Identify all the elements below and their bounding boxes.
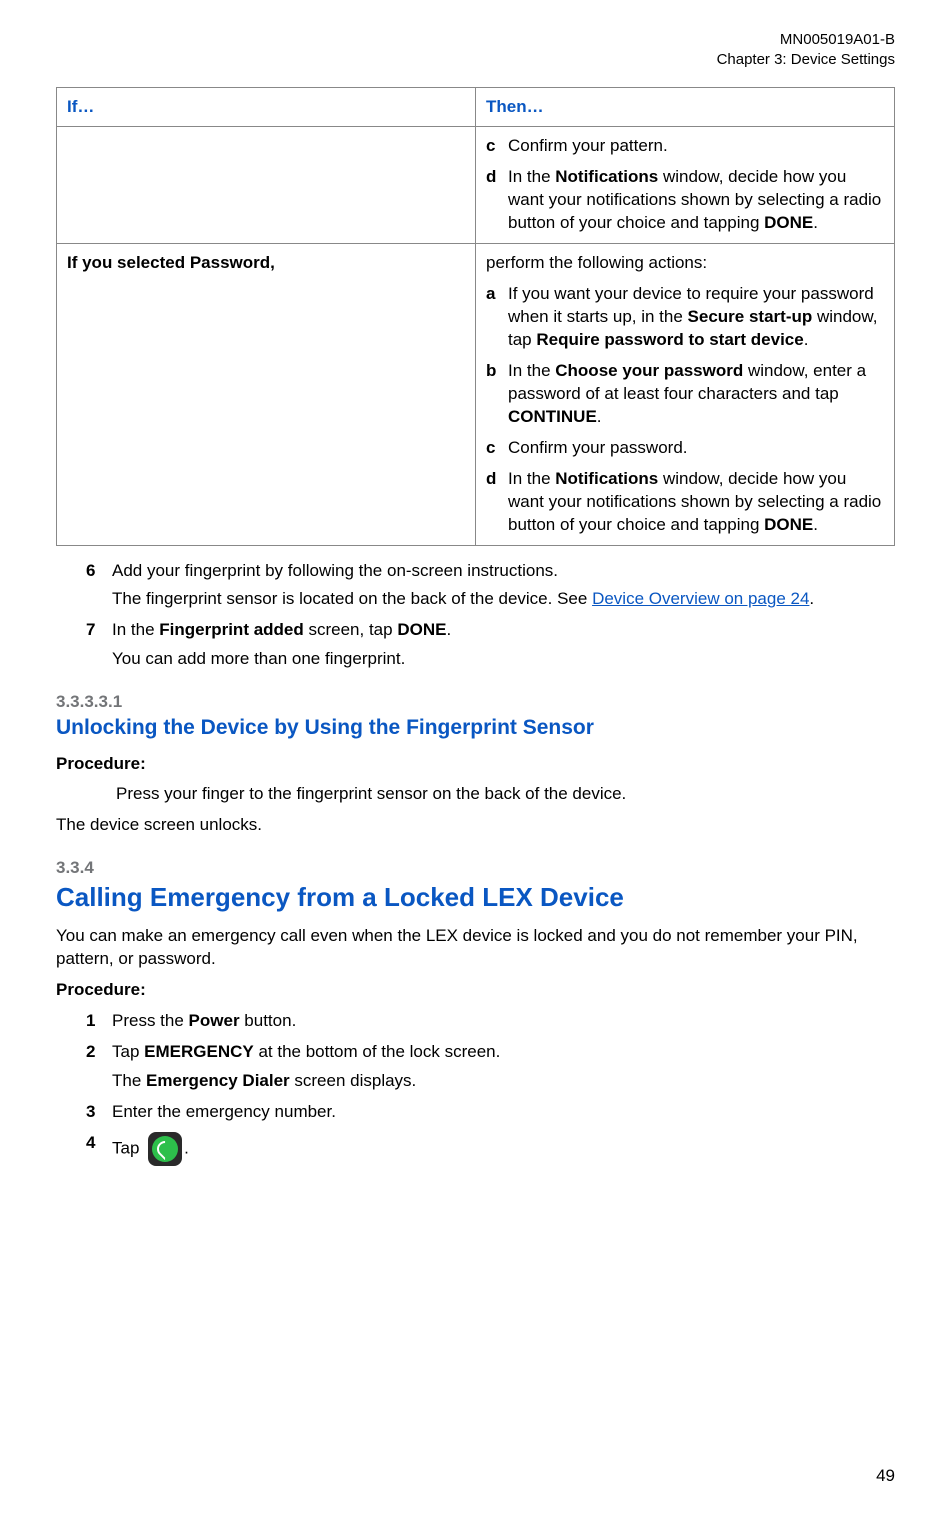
step-subtext: The fingerprint sensor is located on the… — [112, 588, 895, 611]
marker-d: d — [486, 468, 508, 537]
intro-text: You can make an emergency call even when… — [56, 925, 895, 971]
list-item: 1 Press the Power button. — [86, 1010, 895, 1033]
list-item: c Confirm your pattern. — [486, 135, 884, 158]
step-text: In the Notifications window, decide how … — [508, 166, 884, 235]
marker-c: c — [486, 135, 508, 158]
section-number: 3.3.4 — [56, 857, 895, 880]
step-text: Tap EMERGENCY at the bottom of the lock … — [112, 1042, 500, 1061]
cell-if — [57, 127, 476, 244]
step-text: Confirm your password. — [508, 437, 688, 460]
table-row: c Confirm your pattern. d In the Notific… — [57, 127, 895, 244]
cell-then: perform the following actions: a If you … — [476, 244, 895, 545]
list-item: 7 In the Fingerprint added screen, tap D… — [86, 619, 895, 671]
link-device-overview[interactable]: Device Overview on page 24 — [592, 589, 809, 608]
step-subtext: The Emergency Dialer screen displays. — [112, 1070, 895, 1093]
marker-1: 1 — [86, 1010, 112, 1033]
then-intro: perform the following actions: — [486, 252, 884, 275]
list-item: 3 Enter the emergency number. — [86, 1101, 895, 1124]
step-subtext: You can add more than one fingerprint. — [112, 648, 895, 671]
step-text: Enter the emergency number. — [112, 1101, 895, 1124]
section-title: Calling Emergency from a Locked LEX Devi… — [56, 880, 895, 915]
marker-a: a — [486, 283, 508, 352]
procedure-label: Procedure: — [56, 753, 895, 776]
col-if: If… — [57, 87, 476, 127]
list-item: a If you want your device to require you… — [486, 283, 884, 352]
list-item: 6 Add your fingerprint by following the … — [86, 560, 895, 612]
step-text: If you want your device to require your … — [508, 283, 884, 352]
step-text: In the Choose your password window, ente… — [508, 360, 884, 429]
section-number: 3.3.3.3.1 — [56, 691, 895, 714]
numbered-steps: 6 Add your fingerprint by following the … — [86, 560, 895, 672]
page-header: MN005019A01-B Chapter 3: Device Settings — [56, 30, 895, 71]
col-then: Then… — [476, 87, 895, 127]
page: MN005019A01-B Chapter 3: Device Settings… — [0, 0, 951, 1528]
phone-dial-icon — [148, 1132, 182, 1166]
marker-d: d — [486, 166, 508, 235]
table-header-row: If… Then… — [57, 87, 895, 127]
cell-if: If you selected Password, — [57, 244, 476, 545]
marker-4: 4 — [86, 1132, 112, 1166]
section-title: Unlocking the Device by Using the Finger… — [56, 714, 895, 742]
marker-b: b — [486, 360, 508, 429]
cell-then: c Confirm your pattern. d In the Notific… — [476, 127, 895, 244]
list-item: 2 Tap EMERGENCY at the bottom of the loc… — [86, 1041, 895, 1093]
doc-id: MN005019A01-B — [56, 30, 895, 50]
marker-2: 2 — [86, 1041, 112, 1093]
marker-6: 6 — [86, 560, 112, 612]
marker-7: 7 — [86, 619, 112, 671]
list-item: d In the Notifications window, decide ho… — [486, 166, 884, 235]
list-item: c Confirm your password. — [486, 437, 884, 460]
if-then-table: If… Then… c Confirm your pattern. d In t… — [56, 87, 895, 546]
step-text: Press the Power button. — [112, 1010, 895, 1033]
result-text: The device screen unlocks. — [56, 814, 895, 837]
step-text: Add your fingerprint by following the on… — [112, 561, 558, 580]
page-number: 49 — [876, 1465, 895, 1488]
table-row: If you selected Password, perform the fo… — [57, 244, 895, 545]
numbered-steps: 1 Press the Power button. 2 Tap EMERGENC… — [86, 1010, 895, 1166]
marker-3: 3 — [86, 1101, 112, 1124]
marker-c: c — [486, 437, 508, 460]
list-item: b In the Choose your password window, en… — [486, 360, 884, 429]
list-item: d In the Notifications window, decide ho… — [486, 468, 884, 537]
list-item: 4 Tap . — [86, 1132, 895, 1166]
step-text: In the Fingerprint added screen, tap DON… — [112, 620, 451, 639]
step-text: In the Notifications window, decide how … — [508, 468, 884, 537]
chapter-label: Chapter 3: Device Settings — [56, 50, 895, 70]
step-text: Confirm your pattern. — [508, 135, 668, 158]
procedure-label: Procedure: — [56, 979, 895, 1002]
step-text: Tap . — [112, 1132, 895, 1166]
procedure-step: Press your finger to the fingerprint sen… — [116, 783, 895, 806]
